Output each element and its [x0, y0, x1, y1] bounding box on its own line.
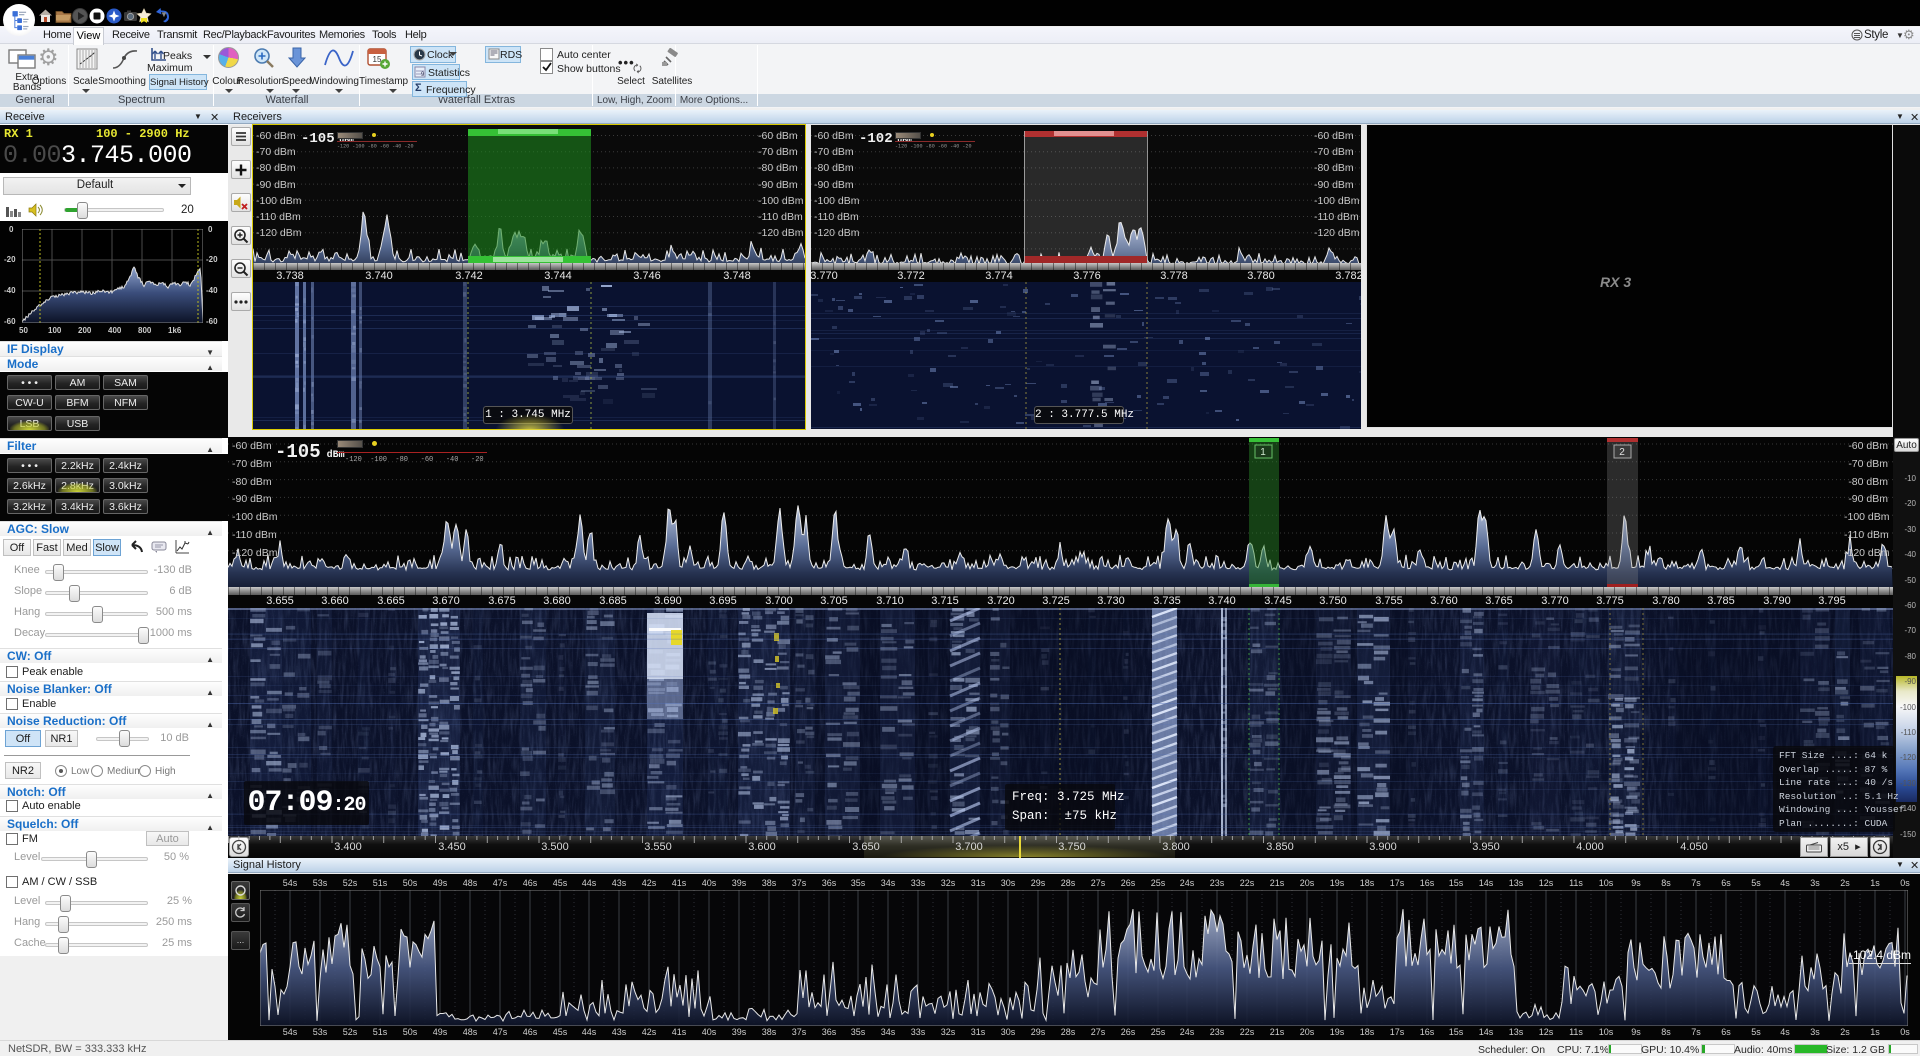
svg-text:2: 2	[1619, 447, 1625, 458]
svg-text:1: 1	[1260, 447, 1266, 458]
